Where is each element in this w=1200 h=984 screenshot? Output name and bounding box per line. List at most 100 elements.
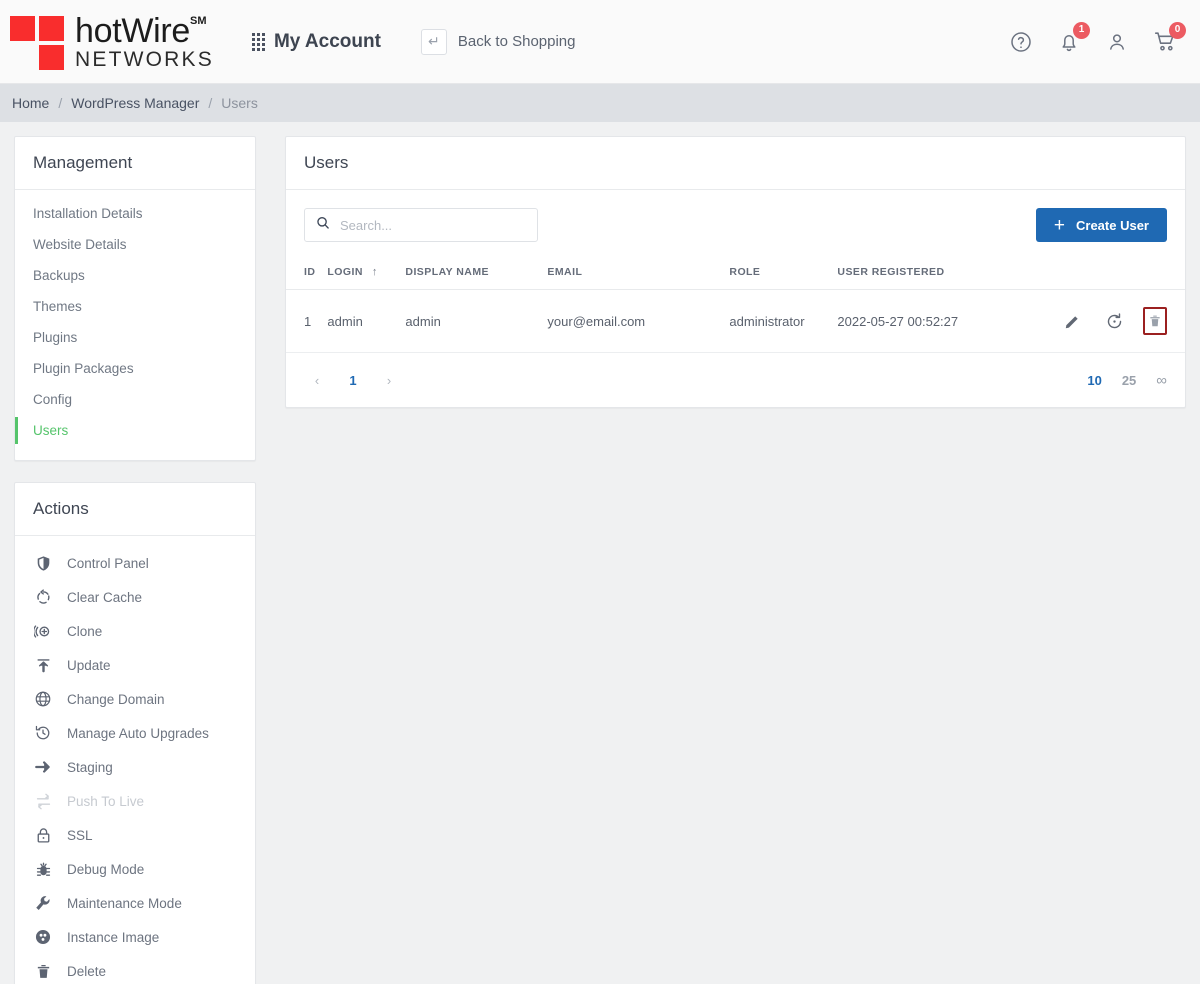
lock-icon (33, 825, 53, 845)
column-header-login-label: LOGIN (327, 266, 363, 278)
search-box[interactable] (304, 208, 538, 242)
logo-squares-icon (10, 14, 66, 70)
actions-title: Actions (15, 483, 255, 536)
enter-arrow-icon: ↵ (420, 28, 447, 55)
create-user-button[interactable]: + Create User (1035, 208, 1167, 242)
action-ssl[interactable]: SSL (15, 818, 255, 852)
refresh-dashed-icon (33, 587, 53, 607)
main-content: Users + Create User (285, 136, 1186, 408)
action-clear-cache[interactable]: Clear Cache (15, 580, 255, 614)
page-size-25[interactable]: 25 (1122, 373, 1136, 388)
edit-user-icon[interactable] (1059, 308, 1085, 334)
search-input[interactable] (340, 217, 527, 233)
column-header-actions (1021, 248, 1185, 290)
action-label: Manage Auto Upgrades (67, 725, 209, 741)
upload-arrow-icon (33, 655, 53, 675)
help-icon[interactable] (1008, 29, 1034, 55)
users-table: ID LOGIN ↑ DISPLAY NAME EMAIL ROLE USER R… (286, 248, 1185, 353)
action-label: Debug Mode (67, 861, 145, 877)
cell-user-registered: 2022-05-27 00:52:27 (831, 289, 1022, 353)
action-change-domain[interactable]: Change Domain (15, 682, 255, 716)
sidebar-item-plugins[interactable]: Plugins (15, 322, 255, 353)
column-header-display-name[interactable]: DISPLAY NAME (399, 248, 542, 290)
breadcrumb-item-home[interactable]: Home (12, 95, 49, 111)
notifications-badge: 1 (1073, 21, 1090, 39)
breadcrumb: Home / WordPress Manager / Users (0, 84, 1200, 122)
table-header-row: ID LOGIN ↑ DISPLAY NAME EMAIL ROLE USER R… (286, 248, 1185, 290)
pagination-prev-button[interactable]: ‹ (304, 367, 330, 393)
pagination-page-1[interactable]: 1 (340, 367, 366, 393)
instance-image-icon (33, 927, 53, 947)
globe-icon (33, 689, 53, 709)
management-title: Management (15, 137, 255, 190)
restore-user-icon[interactable] (1101, 308, 1127, 334)
action-debug-mode[interactable]: Debug Mode (15, 852, 255, 886)
column-header-login[interactable]: LOGIN ↑ (321, 248, 400, 290)
action-label: Instance Image (67, 929, 160, 945)
cell-login: admin (321, 289, 400, 353)
column-header-role[interactable]: ROLE (723, 248, 832, 290)
brand-logo[interactable]: hotWire SM NETWORKS (10, 14, 214, 70)
users-card: Users + Create User (285, 136, 1186, 408)
cell-id: 1 (286, 289, 322, 353)
sidebar-item-users[interactable]: Users (15, 415, 255, 446)
notifications-bell-icon[interactable]: 1 (1056, 21, 1090, 55)
my-account-link[interactable]: My Account (251, 30, 381, 53)
page-size-10[interactable]: 10 (1087, 373, 1101, 388)
sidebar-item-config[interactable]: Config (15, 384, 255, 415)
action-delete[interactable]: Delete (15, 954, 255, 984)
action-staging[interactable]: Staging (15, 750, 255, 784)
delete-user-icon[interactable] (1143, 307, 1167, 335)
cart-badge: 0 (1169, 21, 1186, 39)
action-control-panel[interactable]: Control Panel (15, 546, 255, 580)
breadcrumb-item-wordpress-manager[interactable]: WordPress Manager (71, 95, 199, 111)
action-clone[interactable]: Clone (15, 614, 255, 648)
action-label: Update (67, 657, 111, 673)
page-size-all[interactable]: ∞ (1156, 372, 1167, 389)
management-nav: Installation Details Website Details Bac… (15, 190, 255, 460)
action-label: Staging (67, 759, 113, 775)
management-panel: Management Installation Details Website … (14, 136, 256, 461)
sidebar-item-backups[interactable]: Backups (15, 260, 255, 291)
column-header-id[interactable]: ID (286, 248, 322, 290)
action-update[interactable]: Update (15, 648, 255, 682)
column-header-email[interactable]: EMAIL (541, 248, 724, 290)
breadcrumb-separator: / (208, 95, 213, 111)
action-label: Control Panel (67, 555, 149, 571)
header-actions: 1 0 (1008, 21, 1186, 55)
sort-ascending-icon: ↑ (371, 266, 378, 278)
sidebar-item-themes[interactable]: Themes (15, 291, 255, 322)
arrow-right-icon (33, 757, 53, 777)
cell-email: your@email.com (541, 289, 724, 353)
action-label: Delete (67, 963, 107, 979)
sidebar: Management Installation Details Website … (14, 136, 256, 984)
action-label: Maintenance Mode (67, 895, 182, 911)
column-header-user-registered[interactable]: USER REGISTERED (831, 248, 1022, 290)
logo-wordmark: hotWire SM NETWORKS (75, 14, 214, 70)
shopping-cart-icon[interactable]: 0 (1152, 21, 1186, 55)
action-instance-image[interactable]: Instance Image (15, 920, 255, 954)
sidebar-item-plugin-packages[interactable]: Plugin Packages (15, 353, 255, 384)
create-user-label: Create User (1076, 217, 1149, 233)
action-maintenance-mode[interactable]: Maintenance Mode (15, 886, 255, 920)
back-to-shopping-label: Back to Shopping (457, 33, 576, 50)
sidebar-item-website-details[interactable]: Website Details (15, 229, 255, 260)
swap-arrows-icon (33, 791, 53, 811)
my-account-label: My Account (273, 30, 381, 52)
search-icon (315, 215, 331, 236)
user-account-icon[interactable] (1104, 29, 1130, 55)
logo-top-text: hotWire (75, 11, 191, 50)
page-body: Management Installation Details Website … (0, 122, 1200, 984)
action-label: Clone (67, 623, 103, 639)
users-toolbar: + Create User (286, 190, 1185, 248)
action-label: Change Domain (67, 691, 165, 707)
row-actions (1027, 307, 1167, 335)
back-to-shopping-link[interactable]: ↵ Back to Shopping (420, 28, 576, 55)
breadcrumb-separator: / (58, 95, 63, 111)
top-header: hotWire SM NETWORKS My Account ↵ Back to… (0, 0, 1200, 84)
action-manage-auto-upgrades[interactable]: Manage Auto Upgrades (15, 716, 255, 750)
sidebar-item-installation-details[interactable]: Installation Details (15, 198, 255, 229)
plus-icon: + (1053, 214, 1065, 236)
pagination-next-button[interactable]: › (376, 367, 402, 393)
actions-nav: Control Panel Clear Cache Clone Update C… (15, 536, 255, 984)
